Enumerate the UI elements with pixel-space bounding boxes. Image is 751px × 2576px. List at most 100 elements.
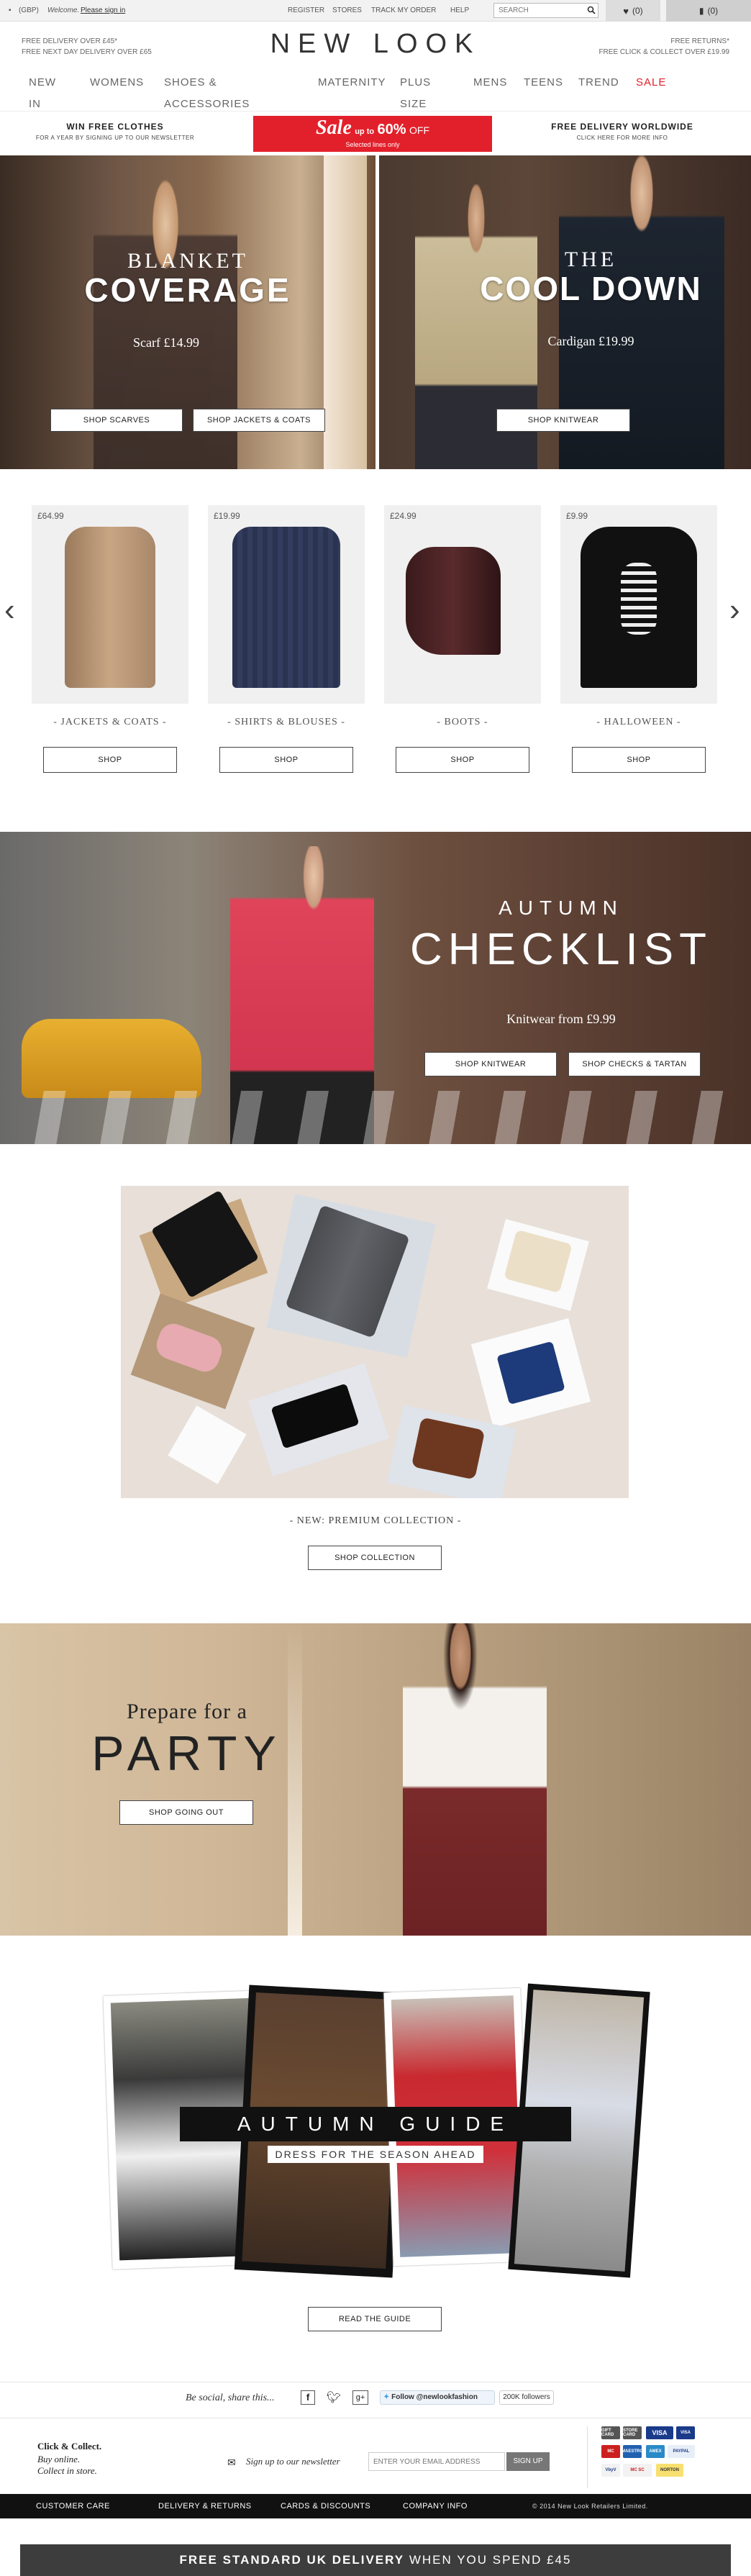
autumn-checklist-banner[interactable]: AUTUMN CHECKLIST Knitwear from £9.99 SHO… [0, 832, 751, 1144]
promo-subtitle: FOR A YEAR BY SIGNING UP TO OUR NEWSLETT… [35, 135, 195, 141]
shop-scarves-button[interactable]: SHOP SCARVES [50, 409, 183, 432]
shop-halloween-button[interactable]: SHOP [572, 747, 706, 773]
newsletter-email-input[interactable] [368, 2452, 505, 2471]
carousel-prev-icon[interactable]: ‹ [4, 594, 15, 626]
nav-mens[interactable]: MENS [473, 72, 507, 94]
crosswalk-image [0, 1091, 751, 1144]
footer-nav: CUSTOMER CARE DELIVERY & RETURNS CARDS &… [0, 2494, 751, 2518]
mastercard-icon: MC [601, 2445, 620, 2458]
shop-jackets-coats-button[interactable]: SHOP JACKETS & COATS [193, 409, 325, 432]
free-delivery-banner[interactable]: FREE STANDARD UK DELIVERY WHEN YOU SPEND… [20, 2544, 731, 2576]
search-input[interactable] [493, 3, 598, 18]
premium-label: - NEW: PREMIUM COLLECTION - [289, 1515, 462, 1526]
nav-shoes-accessories[interactable]: SHOES & ACCESSORIES [164, 72, 250, 115]
uk-flag-icon[interactable]: ▪ [9, 6, 12, 14]
wishlist-count: (0) [632, 6, 643, 16]
autumn-guide-collage[interactable]: AUTUMN GUIDE DRESS FOR THE SEASON AHEAD [101, 1983, 650, 2285]
followers-count: 200K followers [499, 2390, 554, 2405]
bag-count: (0) [707, 6, 719, 16]
product-card-halloween[interactable]: £9.99 [560, 505, 717, 704]
footer-cards-discounts[interactable]: CARDS & DISCOUNTS [281, 2502, 370, 2511]
mail-icon: ✉ [227, 2457, 236, 2468]
bag-button[interactable]: ▮ (0) [666, 0, 751, 22]
divider [587, 2426, 588, 2488]
sign-in-link[interactable]: Please sign in [81, 6, 125, 14]
google-plus-icon[interactable]: g+ [352, 2390, 368, 2405]
heart-icon: ♥ [623, 5, 629, 17]
category-label[interactable]: - BOOTS - [384, 717, 541, 728]
read-guide-button[interactable]: READ THE GUIDE [308, 2307, 442, 2331]
faux-fur-jacket-image [65, 527, 155, 688]
nav-sale[interactable]: SALE [636, 72, 666, 94]
shop-shirts-button[interactable]: SHOP [219, 747, 353, 773]
copyright: © 2014 New Look Retailers Limited. [532, 2503, 648, 2510]
twitter-follow-button[interactable]: ✦ Follow @newlookfashion [380, 2390, 495, 2405]
nav-label: NEW [29, 76, 56, 89]
shop-collection-button[interactable]: SHOP COLLECTION [308, 1546, 442, 1570]
shop-jackets-button[interactable]: SHOP [43, 747, 177, 773]
bag-icon: ▮ [698, 6, 704, 16]
background-image [324, 155, 367, 469]
category-label[interactable]: - SHIRTS & BLOUSES - [208, 717, 365, 728]
click-collect-line2: Collect in store. [37, 2465, 97, 2476]
party-banner[interactable]: Prepare for a PARTY SHOP GOING OUT [0, 1623, 751, 1936]
sale-subtitle: Selected lines only [345, 141, 400, 148]
worldwide-promo[interactable]: FREE DELIVERY WORLDWIDE CLICK HERE FOR M… [532, 122, 712, 141]
footer-company-info[interactable]: COMPANY INFO [403, 2502, 468, 2511]
shop-knitwear-button[interactable]: SHOP KNITWEAR [424, 1052, 557, 1076]
skeleton-tshirt-image [581, 527, 697, 688]
gift-card-icon: GIFT CARD [601, 2426, 620, 2439]
twitter-bird-icon: ✦ [383, 2393, 390, 2401]
product-card-shirt[interactable]: £19.99 [208, 505, 365, 704]
sale-word: Sale [315, 117, 352, 139]
nav-trend[interactable]: TREND [578, 72, 619, 94]
register-link[interactable]: REGISTER [288, 6, 324, 14]
banner-rest: WHEN YOU SPEND £45 [409, 2553, 572, 2567]
premium-collection-image[interactable] [121, 1186, 629, 1498]
stores-link[interactable]: STORES [332, 6, 362, 14]
product-card-jacket[interactable]: £64.99 [32, 505, 188, 704]
visa-icon: VISA [646, 2426, 673, 2439]
norton-secured-icon: NORTON [656, 2464, 683, 2477]
sale-banner[interactable]: Sale up to 60% OFF Selected lines only [253, 116, 492, 152]
hero-blanket-coverage[interactable]: BLANKET COVERAGE Scarf £14.99 SHOP SCARV… [0, 155, 376, 469]
facebook-icon[interactable]: f [301, 2390, 315, 2405]
shop-going-out-button[interactable]: SHOP GOING OUT [119, 1800, 253, 1825]
paypal-icon: PAYPAL [668, 2445, 695, 2458]
social-text: Be social, share this... [186, 2393, 275, 2403]
shop-boots-button[interactable]: SHOP [396, 747, 529, 773]
nav-plus-size[interactable]: PLUS SIZE [400, 72, 431, 115]
wishlist-button[interactable]: ♥ (0) [606, 0, 660, 22]
sale-percent: 60% [377, 122, 406, 137]
shop-knitwear-button[interactable]: SHOP KNITWEAR [496, 409, 630, 432]
card-image [168, 1405, 247, 1484]
sale-off: OFF [409, 124, 430, 136]
footer-customer-care[interactable]: CUSTOMER CARE [36, 2502, 110, 2511]
nav-teens[interactable]: TEENS [524, 72, 563, 94]
nav-new-in[interactable]: NEW IN [29, 72, 56, 115]
guide-title: AUTUMN GUIDE [180, 2107, 571, 2141]
hero-price: Cardigan £19.99 [547, 334, 634, 348]
product-price: £19.99 [214, 511, 240, 521]
category-label[interactable]: - HALLOWEEN - [560, 717, 717, 728]
promo-title: WIN FREE CLOTHES [66, 122, 164, 132]
carousel-next-icon[interactable]: › [729, 594, 740, 626]
help-link[interactable]: HELP [450, 6, 469, 14]
nav-womens[interactable]: WOMENS [90, 72, 144, 94]
footer-delivery-returns[interactable]: DELIVERY & RETURNS [158, 2502, 252, 2511]
product-card-boots[interactable]: £24.99 [384, 505, 541, 704]
currency-selector[interactable]: (GBP) [19, 6, 39, 14]
sale-upto: up to [355, 127, 375, 136]
promo-strip: WIN FREE CLOTHES FOR A YEAR BY SIGNING U… [0, 111, 751, 154]
sign-up-button[interactable]: SIGN UP [506, 2452, 550, 2471]
hero-cool-down[interactable]: THE COOL DOWN Cardigan £19.99 SHOP KNITW… [379, 155, 751, 469]
twitter-icon[interactable]: 🐦︎ [325, 2390, 342, 2405]
track-order-link[interactable]: TRACK MY ORDER [371, 6, 436, 14]
newsletter-promo[interactable]: WIN FREE CLOTHES FOR A YEAR BY SIGNING U… [29, 122, 201, 141]
category-label[interactable]: - JACKETS & COATS - [32, 717, 188, 728]
nav-maternity[interactable]: MATERNITY [318, 72, 386, 94]
hero-line1: THE [564, 248, 618, 271]
mastercard-securecode-icon: MC SC [623, 2464, 652, 2477]
shop-checks-tartan-button[interactable]: SHOP CHECKS & TARTAN [568, 1052, 701, 1076]
search-icon[interactable] [587, 6, 596, 14]
